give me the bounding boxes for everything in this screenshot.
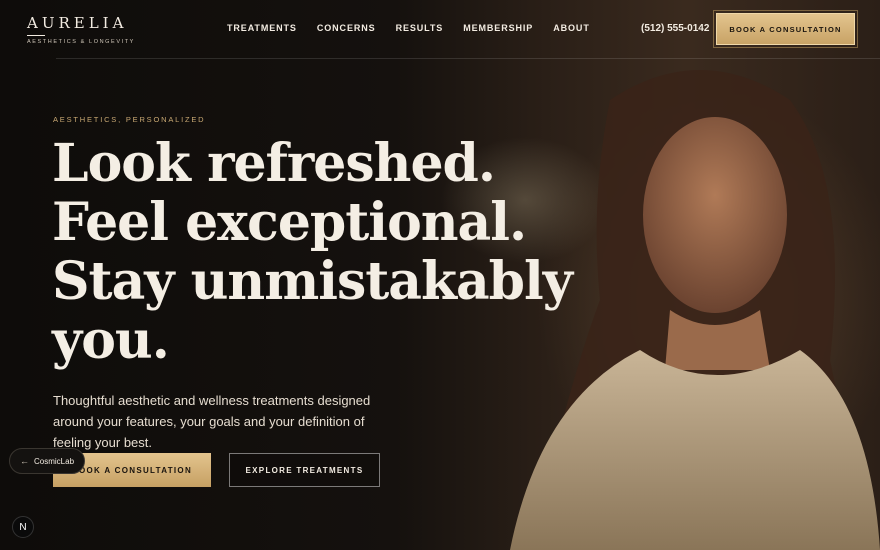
nav-link-concerns[interactable]: CONCERNS [317,23,376,33]
phone-link[interactable]: (512) 555-0142 [641,23,709,34]
cosmiclab-badge[interactable]: ← CosmicLab [9,448,86,474]
badge-label: CosmicLab [34,456,75,466]
headline-line: you. [52,310,170,371]
logo-divider [27,35,45,36]
nav-link-results[interactable]: RESULTS [396,23,444,33]
brand-tagline: AESTHETICS & LONGEVITY [27,39,135,45]
headline-line: Feel exceptional. [52,192,527,253]
brand-name: AURELIA [27,14,128,32]
main-nav: TREATMENTS CONCERNS RESULTS MEMBERSHIP A… [227,23,590,33]
nav-link-treatments[interactable]: TREATMENTS [227,23,297,33]
header-book-consultation-button[interactable]: BOOK A CONSULTATION [713,10,858,48]
header-divider [56,58,880,59]
brand-logo[interactable]: AURELIA AESTHETICS & LONGEVITY [27,14,135,45]
arrow-left-icon: ← [20,456,29,466]
nav-link-membership[interactable]: MEMBERSHIP [463,23,533,33]
headline-line: Stay unmistakably [52,251,573,312]
hero-headline: Look refreshed. Feel exceptional. Stay u… [52,133,573,371]
site-header: AURELIA AESTHETICS & LONGEVITY TREATMENT… [0,0,880,58]
next-logo-icon[interactable]: N [12,516,34,538]
headline-line: Look refreshed. [52,133,496,194]
hero-eyebrow: AESTHETICS, PERSONALIZED [53,115,206,124]
explore-treatments-button[interactable]: EXPLORE TREATMENTS [229,453,380,487]
hero-description: Thoughtful aesthetic and wellness treatm… [53,393,371,450]
nav-link-about[interactable]: ABOUT [553,23,590,33]
